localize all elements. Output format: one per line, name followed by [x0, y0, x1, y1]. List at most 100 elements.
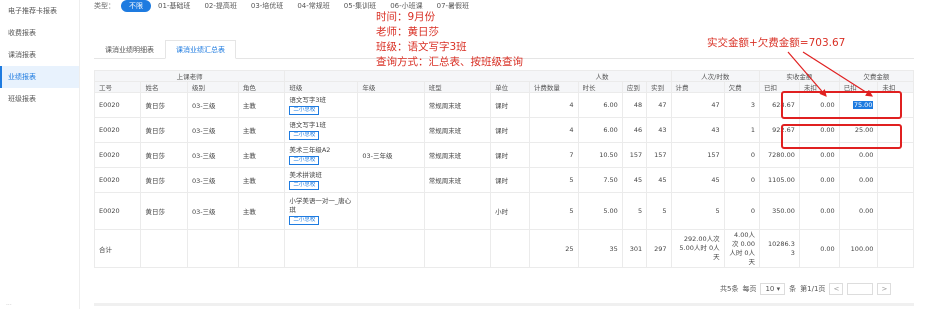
annotation-amount-formula: 实交金额+欠费金额=703.67 [707, 37, 846, 49]
cell-attended: 43 [646, 117, 672, 143]
cell-level: 03-三级 [186, 117, 239, 143]
cell-received-pending: 0.00 [798, 167, 840, 193]
sidebar-item-fee-report[interactable]: 收费报表 [0, 22, 79, 44]
cell-class-type: 常规周末班 [423, 117, 492, 143]
tab-detail[interactable]: 课消业绩明细表 [94, 40, 165, 58]
tab-summary[interactable]: 课消业绩汇总表 [165, 40, 236, 59]
cell-role: 主教 [237, 167, 286, 193]
col-header-role[interactable]: 角色 [237, 81, 286, 93]
cell-charge: 45 [670, 167, 725, 193]
campus-tag: 二小总校 [289, 216, 320, 225]
sidebar-item-class-report[interactable]: 班级报表 [0, 88, 79, 110]
chip-excellence[interactable]: 03-培优班 [244, 1, 290, 11]
cell-name: 黄日莎 [140, 167, 188, 193]
cell-class-type [423, 192, 492, 230]
cell-qty: 5 [528, 192, 579, 230]
per-page-select[interactable]: 10 ▾ [760, 283, 786, 295]
campus-tag: 二小总校 [289, 155, 320, 165]
cell-level: 03-三级 [186, 167, 239, 193]
chip-advanced[interactable]: 02-提高班 [197, 1, 243, 11]
sidebar-item-class-consume-report[interactable]: 课消报表 [0, 44, 79, 66]
cell-owe-deducted: 0.00 [838, 192, 879, 230]
chip-training[interactable]: 05-集训班 [337, 1, 383, 11]
cell-owe: 0 [723, 167, 761, 193]
prev-page-button[interactable]: < [829, 283, 844, 295]
cell-unit: 课时 [490, 92, 530, 118]
total-received-deducted: 10286.3 3 [759, 229, 800, 268]
cell-owe: 3 [723, 92, 761, 118]
cell-name: 黄日莎 [140, 92, 188, 118]
cell-owe-pending [877, 167, 914, 193]
pager-per-page-unit: 条 [789, 285, 797, 293]
table-row: E0020 黄日莎 03-三级 主教 小学美语一对一_唐心琪 二小总校 小时 5 5.00 5 5 5… [93, 192, 914, 230]
chip-all[interactable]: 不限 [121, 0, 151, 12]
chip-small-class[interactable]: 06-小班课 [383, 1, 429, 11]
cell-due: 46 [621, 117, 648, 143]
col-header-level[interactable]: 级别 [186, 81, 239, 93]
cell-name: 黄日莎 [140, 192, 188, 230]
chip-basic[interactable]: 01-基础班 [151, 1, 197, 11]
next-page-button[interactable]: > [877, 283, 892, 295]
total-owe: 4.00人次 0.00人时 0人天 [723, 229, 761, 268]
col-header-due[interactable]: 应到 [621, 81, 648, 93]
chip-summer[interactable]: 07-暑假班 [430, 1, 476, 11]
highlight-box-row1 [781, 91, 902, 119]
pager-total: 共5条 [720, 285, 739, 293]
campus-tag: 二小总校 [289, 130, 320, 140]
col-header-grade[interactable]: 年级 [357, 81, 425, 93]
total-attended: 297 [646, 229, 672, 268]
col-header-owe[interactable]: 欠费 [723, 81, 761, 93]
chip-regular[interactable]: 04-常规班 [290, 1, 336, 11]
col-header-duration[interactable]: 时长 [577, 81, 623, 93]
cell-owe-pending [877, 192, 914, 230]
cell-due: 48 [621, 92, 648, 118]
horizontal-scrollbar[interactable] [94, 303, 914, 306]
cell-received-deducted: 350.00 [759, 192, 800, 230]
col-header-class[interactable]: 班级 [284, 81, 359, 93]
col-header-name[interactable]: 姓名 [140, 81, 188, 93]
cell-owe: 0 [723, 192, 761, 230]
col-header-class-type[interactable]: 班型 [423, 81, 492, 93]
class-name[interactable]: 美术三年级A2 [289, 146, 353, 155]
page-jump-input[interactable] [847, 283, 874, 295]
cell-class-type: 常规周末班 [423, 142, 492, 168]
campus-tag: 二小总校 [289, 105, 320, 115]
class-name[interactable]: 美术拼读班 [289, 171, 353, 180]
cell-role: 主教 [237, 92, 286, 118]
class-name[interactable]: 语文写字1班 [289, 121, 353, 130]
group-header-teacher: 上课老师 [93, 70, 286, 82]
cell-level: 03-三级 [186, 142, 239, 168]
cell-qty: 4 [528, 117, 579, 143]
cell-class-type: 常规周末班 [423, 167, 492, 193]
cell-class: 美术三年级A2 二小总校 [284, 142, 359, 168]
pager: 共5条 每页 10 ▾ 条 第1/1页 < > [720, 283, 892, 295]
group-header-receive: 实收金额 [759, 70, 840, 82]
sidebar-item-performance-report[interactable]: 业绩报表 [0, 66, 79, 88]
annotation-line: 查询方式：汇总表、按班级查询 [376, 56, 523, 68]
col-header-qty[interactable]: 计费数量 [528, 81, 579, 93]
cell-duration: 6.00 [577, 92, 623, 118]
sidebar-item-e-card-report[interactable]: 电子推荐卡报表 [0, 0, 79, 22]
cell-duration: 7.50 [577, 167, 623, 193]
class-name[interactable]: 小学美语一对一_唐心琪 [289, 197, 353, 215]
sidebar-footer: ... [6, 300, 12, 307]
col-header-charge[interactable]: 计费 [670, 81, 725, 93]
col-header-unit[interactable]: 单位 [490, 81, 530, 93]
cell-attended: 47 [646, 92, 672, 118]
cell-qty: 7 [528, 142, 579, 168]
cell-id: E0020 [93, 92, 142, 118]
total-qty: 25 [528, 229, 579, 268]
cell-class: 语文写字3班 二小总校 [284, 92, 359, 118]
cell-id: E0020 [93, 142, 142, 168]
class-name[interactable]: 语文写字3班 [289, 96, 353, 105]
cell-charge: 5 [670, 192, 725, 230]
cell-role: 主教 [237, 142, 286, 168]
cell-qty: 5 [528, 167, 579, 193]
cell-owe: 0 [723, 142, 761, 168]
col-header-id[interactable]: 工号 [93, 81, 142, 93]
cell-role: 主教 [237, 192, 286, 230]
annotation-line: 老师：黄日莎 [376, 26, 439, 38]
col-header-attended[interactable]: 实到 [646, 81, 672, 93]
cell-role: 主教 [237, 117, 286, 143]
total-charge: 292.00人次 5.00人时 0人天 [670, 229, 725, 268]
